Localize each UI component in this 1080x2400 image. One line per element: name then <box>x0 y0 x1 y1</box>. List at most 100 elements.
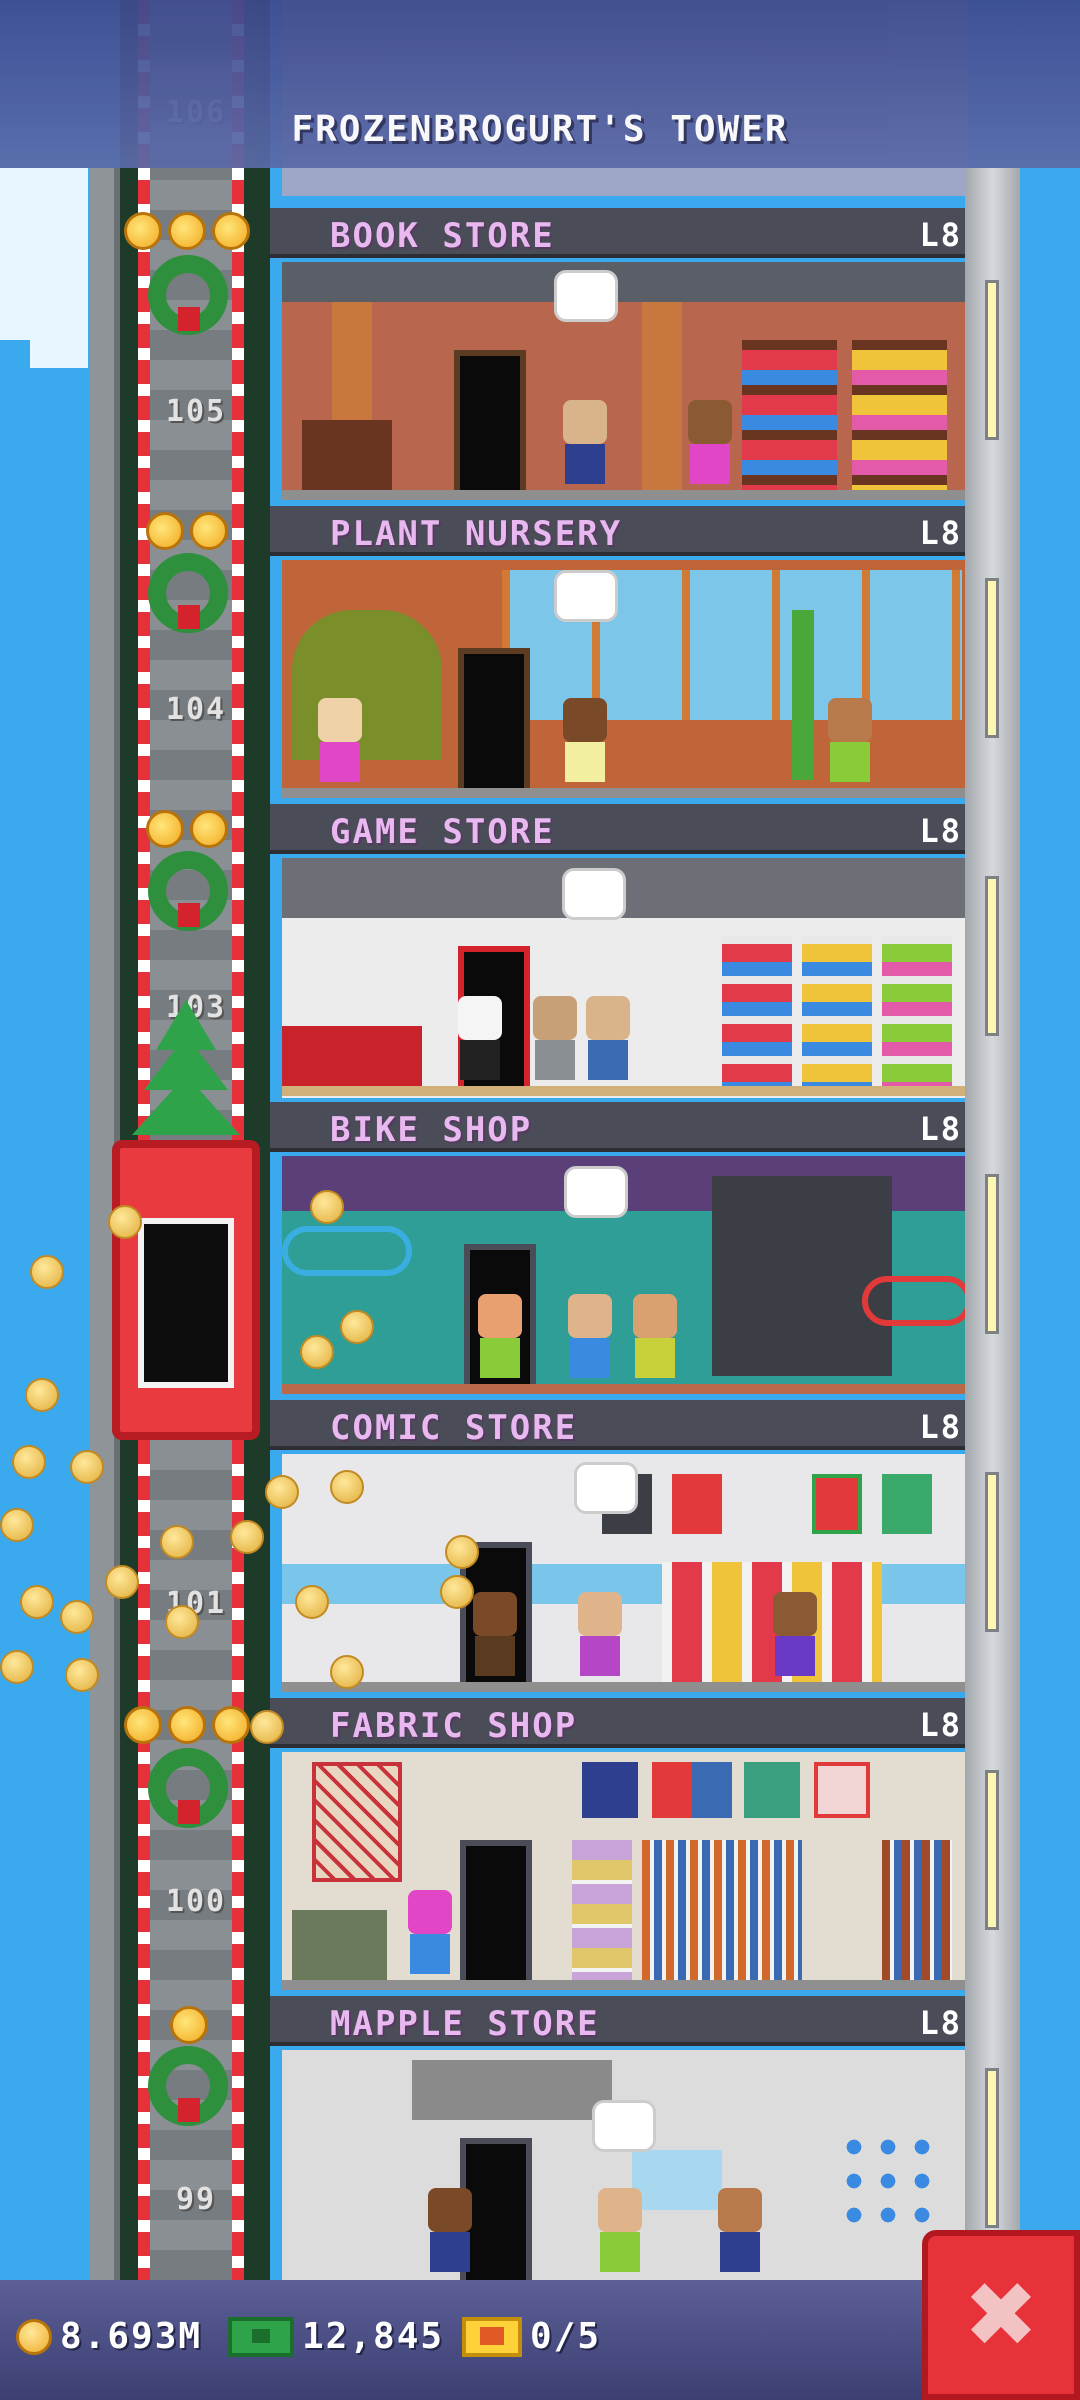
wall-trim <box>282 262 968 302</box>
customer[interactable] <box>472 1294 526 1384</box>
bookshelf <box>852 340 947 490</box>
coin-icon <box>265 1475 299 1509</box>
store-door[interactable] <box>454 350 526 500</box>
floor-level: L8 <box>919 1706 962 1744</box>
thought-bubble[interactable] <box>554 570 618 622</box>
back-wall <box>712 1176 892 1376</box>
floor-room <box>282 2050 968 2288</box>
floor-comic-store[interactable]: COMIC STORE L8 <box>270 1400 970 1698</box>
coin-icon <box>310 1190 344 1224</box>
store-door[interactable] <box>458 648 530 798</box>
fabric-shelf <box>572 1840 632 1980</box>
coin-icon <box>230 1520 264 1554</box>
thought-bubble[interactable] <box>562 868 626 920</box>
customer[interactable] <box>557 400 611 490</box>
floor-room <box>282 262 968 500</box>
coin-icon <box>300 1335 334 1369</box>
floor-ground <box>282 1086 968 1096</box>
customer[interactable] <box>627 1294 681 1384</box>
tower-title: FROZENBROGURT'S TOWER <box>291 109 789 150</box>
thought-bubble[interactable] <box>554 270 618 322</box>
tickets-stat[interactable]: 0/5 <box>462 2316 601 2357</box>
coin-icon <box>440 1575 474 1609</box>
bike <box>282 1226 412 1276</box>
thought-bubble[interactable] <box>592 2100 656 2152</box>
window-light <box>985 1472 999 1632</box>
floor-name: BIKE SHOP <box>330 1110 533 1150</box>
customer[interactable] <box>312 698 366 788</box>
customer[interactable] <box>592 2188 646 2278</box>
bow-icon <box>178 307 200 331</box>
game-shelf <box>802 936 872 1086</box>
floor-room <box>282 1156 972 1394</box>
comic-poster <box>812 1474 862 1534</box>
star-icon <box>168 1706 206 1744</box>
floor-banner: FABRIC SHOP L8 <box>270 1698 970 1748</box>
window-light <box>985 578 999 738</box>
customer[interactable] <box>467 1592 521 1682</box>
floor-banner: BOOK STORE L8 <box>270 208 970 258</box>
floor-number-105: 105 <box>165 394 227 429</box>
customer[interactable] <box>452 996 506 1086</box>
bux-value: 12,845 <box>302 2316 445 2357</box>
customer[interactable] <box>422 2188 476 2278</box>
floor-ground <box>282 1384 968 1394</box>
customer[interactable] <box>767 1592 821 1682</box>
customer[interactable] <box>557 698 611 788</box>
customer[interactable] <box>822 698 876 788</box>
customer[interactable] <box>712 2188 766 2278</box>
customer[interactable] <box>572 1592 626 1682</box>
customer[interactable] <box>402 1890 456 1980</box>
coin-icon <box>330 1470 364 1504</box>
star-icon <box>124 1706 162 1744</box>
floor-plant-nursery[interactable]: PLANT NURSERY L8 <box>270 506 970 804</box>
customer[interactable] <box>682 400 736 490</box>
floor-name: BOOK STORE <box>330 216 555 256</box>
game-shelf <box>882 936 952 1086</box>
close-button[interactable]: ✖ <box>922 2230 1080 2400</box>
floor-stars <box>146 512 228 550</box>
floor-fabric-shop[interactable]: FABRIC SHOP L8 <box>270 1698 970 1996</box>
floor-room <box>282 858 968 1098</box>
store-door[interactable] <box>460 1840 532 1990</box>
bow-icon <box>178 605 200 629</box>
floor-ground <box>282 1682 968 1692</box>
star-icon <box>168 212 206 250</box>
fabric-swatch <box>652 1762 732 1818</box>
star-icon <box>146 512 184 550</box>
floor-name: PLANT NURSERY <box>330 514 623 554</box>
app-icons <box>837 2130 937 2230</box>
customer[interactable] <box>580 996 634 1086</box>
game-shelf <box>722 936 792 1086</box>
star-icon <box>212 212 250 250</box>
window-light <box>985 1174 999 1334</box>
floor-level: L8 <box>919 2004 962 2042</box>
customer[interactable] <box>562 1294 616 1384</box>
bow-icon <box>178 903 200 927</box>
coin-icon <box>445 1535 479 1569</box>
bamboo <box>792 610 814 780</box>
window-light <box>985 1770 999 1930</box>
floor-book-store[interactable]: BOOK STORE L8 <box>270 208 970 506</box>
thought-bubble[interactable] <box>574 1462 638 1514</box>
floor-stars <box>170 2006 208 2044</box>
floor-bike-shop[interactable]: BIKE SHOP L8 <box>270 1102 972 1400</box>
coin-icon <box>165 1605 199 1639</box>
floor-level: L8 <box>919 514 962 552</box>
floor-mapple-store[interactable]: MAPPLE STORE L8 <box>270 1996 970 2294</box>
floor-banner: COMIC STORE L8 <box>270 1400 970 1450</box>
floor-ground <box>282 490 968 500</box>
star-icon <box>190 512 228 550</box>
floor-room <box>282 1752 968 1990</box>
elevator-car[interactable] <box>112 1140 260 1440</box>
close-icon: ✖ <box>963 2262 1039 2368</box>
comic-poster <box>882 1474 932 1534</box>
floor-level: L8 <box>919 1408 962 1446</box>
floor-game-store[interactable]: GAME STORE L8 <box>270 804 970 1102</box>
thought-bubble[interactable] <box>564 1166 628 1218</box>
fabric-swatch <box>582 1762 638 1818</box>
bux-stat[interactable]: 12,845 <box>228 2316 444 2357</box>
bow-icon <box>178 2098 200 2122</box>
bike <box>862 1276 972 1326</box>
customer[interactable] <box>527 996 581 1086</box>
